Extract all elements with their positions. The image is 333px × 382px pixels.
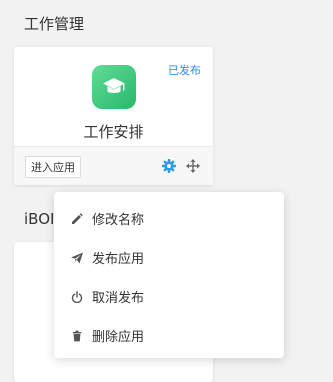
enter-app-button[interactable]: 进入应用 (25, 156, 81, 178)
menu-item-delete[interactable]: 删除应用 (54, 316, 284, 355)
card-footer: 进入应用 (14, 146, 213, 185)
gear-icon[interactable] (161, 158, 177, 174)
status-badge: 已发布 (168, 64, 201, 77)
pencil-icon (70, 212, 84, 226)
menu-item-label: 修改名称 (92, 213, 145, 228)
graduation-cap-icon (92, 65, 136, 109)
trash-icon (70, 329, 84, 343)
power-icon (70, 290, 84, 304)
menu-item-publish[interactable]: 发布应用 (54, 238, 284, 277)
move-arrows-icon[interactable] (185, 158, 201, 174)
menu-item-unpublish[interactable]: 取消发布 (54, 277, 284, 316)
app-name: 工作安排 (83, 123, 144, 141)
menu-item-rename[interactable]: 修改名称 (54, 199, 284, 238)
section-title-work-management: 工作管理 (24, 15, 85, 33)
app-card[interactable]: 已发布 工作安排 进入应用 (14, 47, 213, 185)
menu-item-label: 取消发布 (92, 291, 145, 306)
menu-item-label: 删除应用 (92, 330, 145, 345)
context-menu: 修改名称 发布应用 取消发布 删除应用 (54, 192, 284, 358)
section-title-ibot: iBOI (24, 210, 55, 228)
menu-item-label: 发布应用 (92, 252, 145, 267)
paper-plane-icon (70, 251, 84, 265)
